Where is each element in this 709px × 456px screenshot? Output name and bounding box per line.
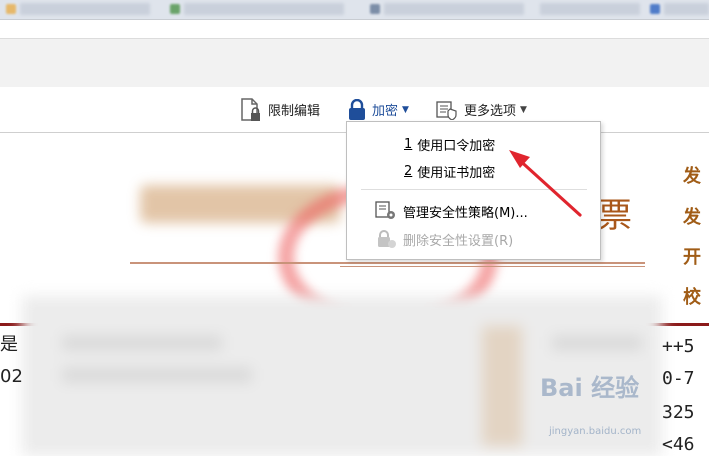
browser-tab[interactable] bbox=[540, 3, 640, 15]
browser-tab[interactable] bbox=[384, 3, 524, 15]
title-underline bbox=[130, 262, 645, 264]
chevron-down-icon: ▼ bbox=[520, 104, 527, 115]
security-settings-icon bbox=[436, 100, 457, 120]
tab-favicon-icon bbox=[650, 4, 660, 14]
menu-item-label: 使用口令加密 bbox=[417, 138, 496, 154]
browser-tab[interactable] bbox=[20, 3, 150, 15]
tab-favicon-icon bbox=[6, 4, 16, 14]
chevron-down-icon: ▼ bbox=[402, 104, 409, 115]
policy-gear-icon bbox=[375, 201, 395, 219]
divider bbox=[0, 19, 709, 20]
buyer-text-fragment: 02 bbox=[0, 366, 23, 387]
menu-item-manage-security-policy[interactable]: 管理安全性策略(M)... bbox=[347, 198, 600, 224]
encrypt-label: 加密 bbox=[372, 104, 399, 119]
side-label-char: 校 bbox=[683, 287, 701, 308]
menu-accelerator: 1 bbox=[404, 136, 413, 152]
menu-item-label: 删除安全性设置(R) bbox=[403, 233, 514, 249]
invoice-title-char: 票 bbox=[598, 196, 632, 236]
side-label-char: 开 bbox=[683, 247, 701, 268]
cipher-text-fragment: 0-7 bbox=[662, 368, 695, 389]
browser-tab[interactable] bbox=[664, 3, 709, 15]
baidu-watermark-url: jingyan.baidu.com bbox=[549, 426, 642, 437]
restrict-edit-button[interactable]: 限制编辑 bbox=[240, 87, 320, 132]
baidu-watermark: Bai 经验 bbox=[540, 374, 640, 402]
menu-item-password-encrypt[interactable]: 1 使用口令加密 bbox=[347, 131, 600, 157]
document-lock-icon bbox=[241, 97, 260, 121]
side-label-char: 发 bbox=[683, 166, 701, 187]
lock-remove-icon bbox=[378, 230, 396, 248]
menu-item-certificate-encrypt[interactable]: 2 使用证书加密 bbox=[347, 158, 600, 184]
title-underline bbox=[340, 266, 645, 267]
menu-item-remove-security: 删除安全性设置(R) bbox=[347, 226, 600, 252]
restrict-edit-label: 限制编辑 bbox=[268, 104, 321, 119]
encrypt-dropdown-menu: 1 使用口令加密 2 使用证书加密 管理安全性策略(M)... 删除安全性设置(… bbox=[346, 121, 601, 260]
buyer-text-fragment: 是 bbox=[0, 334, 18, 355]
menu-accelerator: 2 bbox=[404, 163, 413, 179]
side-label-char: 发 bbox=[683, 207, 701, 228]
cipher-text-fragment: <46 bbox=[662, 434, 695, 455]
tab-favicon-icon bbox=[170, 4, 180, 14]
browser-tab-strip bbox=[0, 0, 709, 19]
tab-favicon-icon bbox=[370, 4, 380, 14]
app-toolbar-area bbox=[0, 38, 709, 88]
browser-tab[interactable] bbox=[184, 3, 344, 15]
lock-icon bbox=[349, 98, 365, 120]
menu-item-label: 管理安全性策略(M)... bbox=[403, 205, 528, 221]
cipher-text-fragment: 325 bbox=[662, 402, 695, 423]
menu-item-label: 使用证书加密 bbox=[417, 165, 496, 181]
menu-separator bbox=[361, 189, 587, 190]
more-options-label: 更多选项 bbox=[464, 104, 517, 119]
cipher-text-fragment: ++5 bbox=[662, 336, 695, 357]
